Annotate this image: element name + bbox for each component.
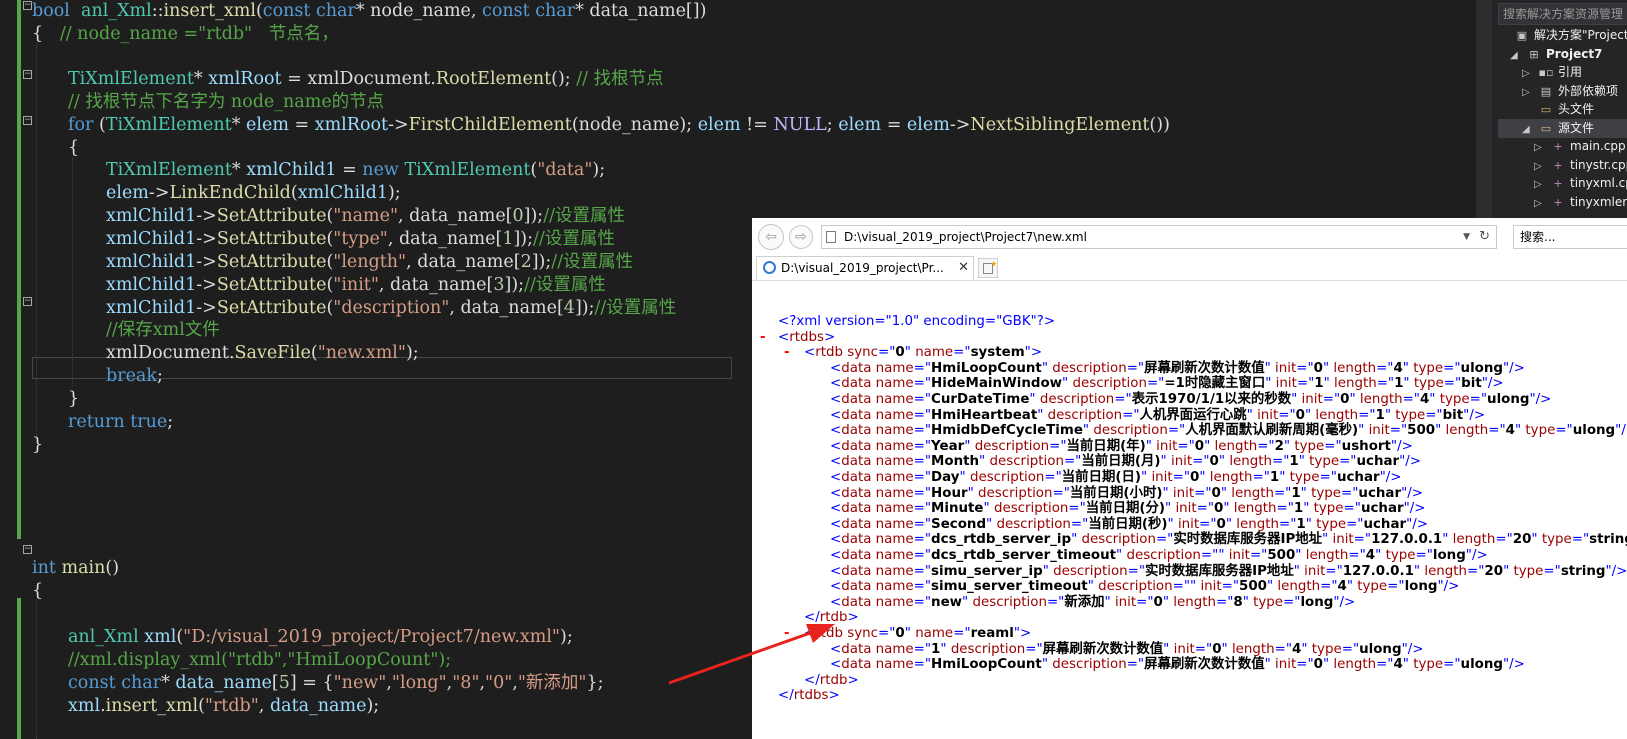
arrow-head (806, 624, 835, 643)
arrow-line (668, 630, 814, 685)
annotation-arrow (668, 624, 835, 685)
